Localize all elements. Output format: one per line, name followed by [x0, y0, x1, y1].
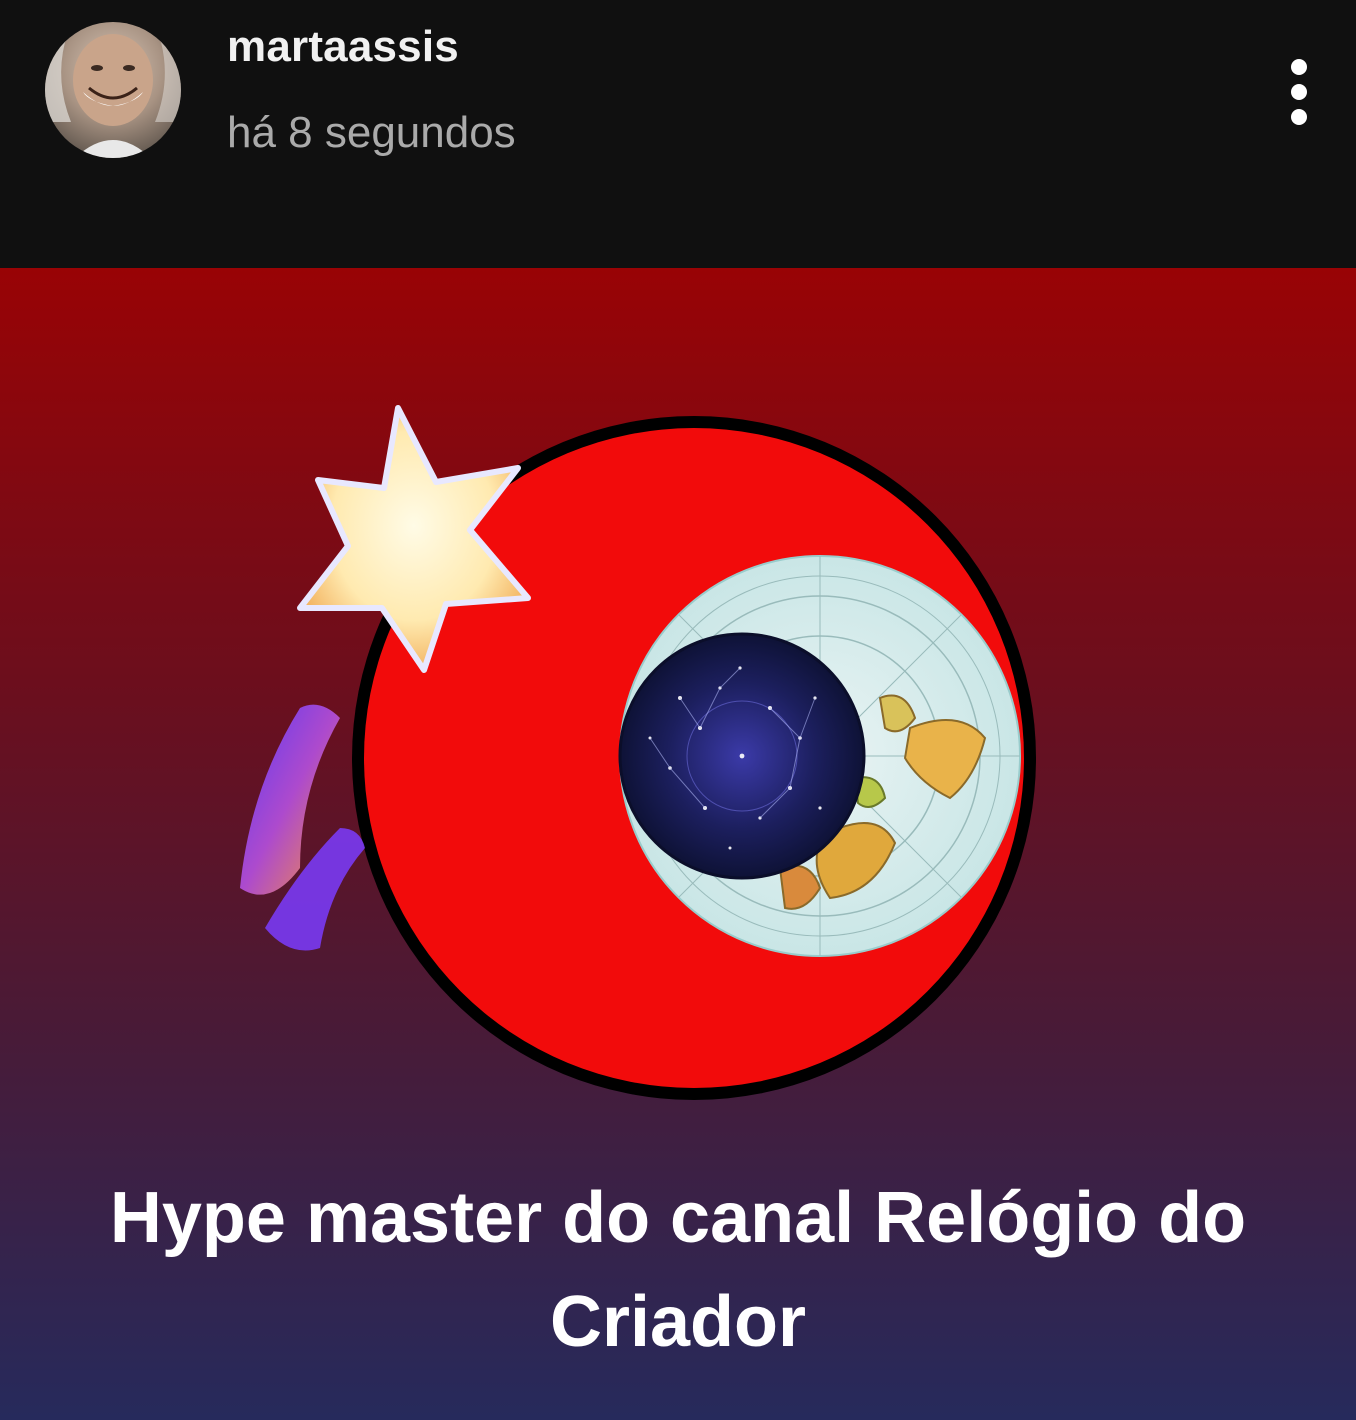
- more-vertical-icon: [1291, 59, 1307, 125]
- post-artwork: [240, 405, 1036, 1100]
- post-timestamp: há 8 segundos: [227, 108, 516, 157]
- avatar-photo: [45, 22, 181, 158]
- post-image[interactable]: Hype master do canal Relógio do Criador: [0, 268, 1356, 1420]
- post-header: martaassis há 8 segundos: [0, 0, 1356, 268]
- post-caption: Hype master do canal Relógio do Criador: [109, 1178, 1247, 1362]
- more-options-button[interactable]: [1270, 52, 1330, 132]
- username[interactable]: martaassis: [227, 22, 459, 72]
- community-post: martaassis há 8 segundos Hype master do …: [0, 0, 1356, 1420]
- user-avatar[interactable]: [45, 22, 181, 158]
- star-map-icon: [618, 632, 866, 880]
